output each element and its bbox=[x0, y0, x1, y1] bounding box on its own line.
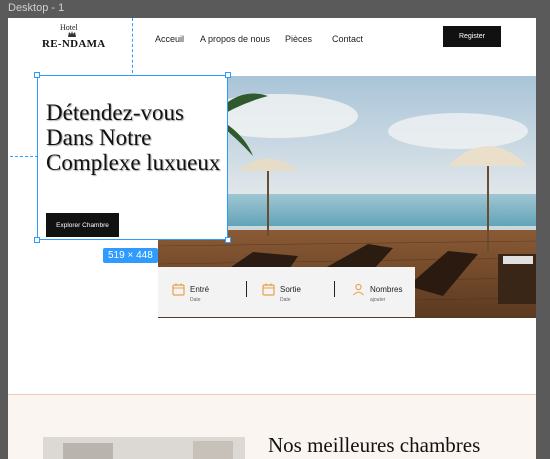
resize-handle-bottom-left[interactable] bbox=[34, 237, 40, 243]
booking-sub-checkin: Date bbox=[190, 297, 201, 303]
booking-sub-checkout: Date bbox=[280, 297, 291, 303]
section-title: Nos meilleures chambres bbox=[268, 433, 481, 457]
guide-line-vertical bbox=[132, 18, 133, 73]
user-icon bbox=[353, 283, 364, 296]
booking-divider bbox=[334, 281, 335, 297]
register-button[interactable]: Register bbox=[443, 26, 501, 47]
room-image bbox=[43, 437, 245, 459]
nav-link-pieces[interactable]: Pièces bbox=[285, 34, 312, 44]
resize-handle-bottom-right[interactable] bbox=[225, 237, 231, 243]
frame-label[interactable]: Desktop - 1 bbox=[8, 2, 64, 14]
booking-label-guests: Nombres bbox=[370, 285, 403, 294]
room-photo bbox=[43, 437, 245, 459]
nav-link-contact[interactable]: Contact bbox=[332, 34, 363, 44]
booking-divider bbox=[246, 281, 247, 297]
logo-title[interactable]: RE-NDAMA bbox=[42, 38, 106, 50]
booking-sub-guests: ajouter bbox=[370, 297, 386, 303]
nav-link-acceuil[interactable]: Acceuil bbox=[155, 34, 184, 44]
calendar-icon bbox=[172, 283, 185, 296]
booking-bar: Entré Date Sortie Date Nombres ajouter bbox=[158, 267, 415, 317]
dimension-badge: 519 × 448 bbox=[103, 248, 158, 263]
hero-title: Détendez-vous Dans Notre Complexe luxueu… bbox=[46, 100, 221, 175]
explore-rooms-button[interactable]: Explorer Chambre bbox=[46, 213, 119, 237]
crown-icon bbox=[68, 31, 76, 37]
artboard-desktop[interactable]: Hotel RE-NDAMA Acceuil A propos de nous … bbox=[8, 18, 536, 459]
calendar-icon bbox=[262, 283, 275, 296]
nav-link-about[interactable]: A propos de nous bbox=[200, 34, 270, 44]
selected-hero-text-frame[interactable]: Détendez-vous Dans Notre Complexe luxueu… bbox=[37, 75, 228, 240]
rooms-section: Nos meilleures chambres bbox=[8, 394, 536, 459]
booking-label-checkout: Sortie bbox=[280, 285, 301, 294]
resize-handle-top-right[interactable] bbox=[225, 72, 231, 78]
booking-label-checkin: Entré bbox=[190, 285, 210, 294]
resize-handle-top-left[interactable] bbox=[34, 72, 40, 78]
guide-line-horizontal bbox=[10, 156, 38, 157]
